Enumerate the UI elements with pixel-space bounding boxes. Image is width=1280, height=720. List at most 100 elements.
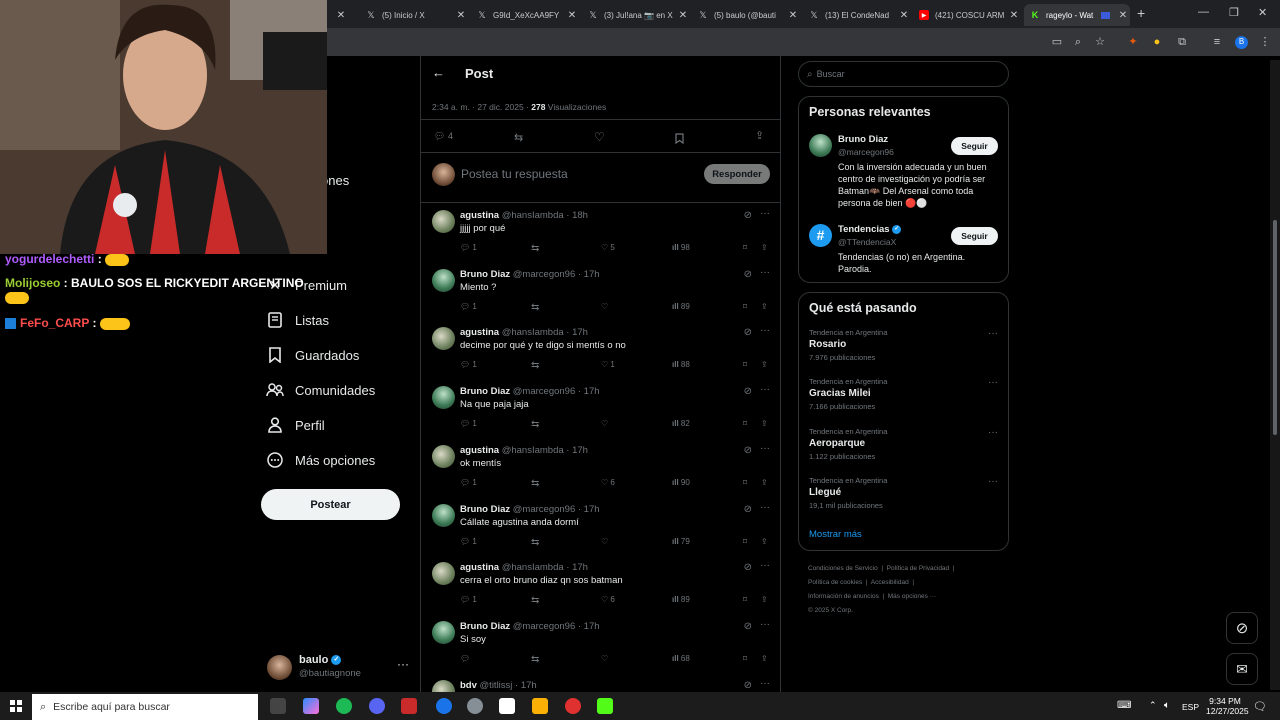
puzzle-icon[interactable]: ⧉ bbox=[1176, 36, 1188, 48]
close-icon[interactable]: ✕ bbox=[1116, 10, 1130, 21]
reply-item[interactable]: agustina @hansIambda · 17h ⊘ ··· ok mentís 💬… bbox=[421, 437, 780, 496]
spotify-icon[interactable] bbox=[336, 698, 352, 714]
tab-kick[interactable]: Krageylo - Wat ✕ bbox=[1024, 4, 1130, 26]
views-button[interactable]: ıll 90 bbox=[672, 478, 690, 487]
app-icon[interactable] bbox=[401, 698, 417, 714]
share-icon[interactable]: ⇪ bbox=[755, 129, 764, 142]
footer-link[interactable]: Accesibilidad bbox=[871, 579, 909, 586]
more-options-icon[interactable]: ··· bbox=[988, 476, 998, 487]
task-view-icon[interactable] bbox=[270, 698, 286, 714]
reply-button[interactable]: 💬︎ 1 bbox=[460, 302, 477, 311]
close-icon[interactable]: ✕ bbox=[786, 10, 800, 21]
grok-icon[interactable]: ⊘ bbox=[744, 269, 752, 280]
close-icon[interactable]: ✕ bbox=[1007, 10, 1021, 21]
nav-communities[interactable]: Comunidades bbox=[266, 376, 375, 404]
close-icon[interactable]: ✕ bbox=[454, 10, 468, 21]
close-icon[interactable]: ✕ bbox=[565, 10, 579, 21]
person-name[interactable]: Tendencias ✓ bbox=[838, 224, 902, 235]
reply-author[interactable]: Bruno Diaz @marcegon96 · 17h bbox=[460, 269, 600, 280]
reply-author[interactable]: agustina @hansIambda · 17h bbox=[460, 562, 588, 573]
tab-image[interactable]: 𝕏 G9Id_XeXcAA9FY ✕ bbox=[471, 4, 579, 26]
like-button[interactable]: ♡ 6 bbox=[601, 478, 615, 487]
chevron-up-icon[interactable]: ⌃ bbox=[1149, 700, 1157, 711]
bookmark-icon[interactable] bbox=[675, 131, 684, 145]
copilot-icon[interactable] bbox=[303, 698, 319, 714]
tab-inicio[interactable]: 𝕏 (5) Inicio / X ✕ bbox=[360, 4, 468, 26]
new-tab-button[interactable]: + bbox=[1137, 5, 1145, 21]
trend-item[interactable]: Tendencia en Argentina ··· Llegué 19,1 mil … bbox=[799, 476, 1008, 522]
share-icon[interactable]: ⇪ bbox=[761, 478, 768, 487]
bookmark-icon[interactable]: ⌑ bbox=[743, 419, 747, 428]
follow-button[interactable]: Seguir bbox=[951, 137, 998, 155]
avatar[interactable] bbox=[432, 327, 455, 351]
repost-icon[interactable]: ⇆ bbox=[531, 537, 539, 548]
share-icon[interactable]: ⇪ bbox=[761, 419, 768, 428]
share-icon[interactable]: ⇪ bbox=[761, 595, 768, 604]
views-button[interactable]: ıll 68 bbox=[672, 654, 690, 663]
footer-link[interactable]: Condiciones de Servicio bbox=[808, 565, 878, 572]
bookmark-icon[interactable]: ⌑ bbox=[743, 478, 747, 487]
extension-icon[interactable]: ✦ bbox=[1127, 36, 1139, 48]
repost-icon[interactable]: ⇆ bbox=[514, 131, 523, 144]
more-options-icon[interactable]: ··· bbox=[760, 267, 770, 278]
search-input[interactable]: ⌕ Buscar bbox=[798, 61, 1009, 87]
avatar[interactable] bbox=[432, 503, 455, 527]
views-button[interactable]: ıll 82 bbox=[672, 419, 690, 428]
repost-icon[interactable]: ⇆ bbox=[531, 302, 539, 313]
tab-condenado[interactable]: 𝕏 (13) El CondeNad ✕ bbox=[803, 4, 911, 26]
views-button[interactable]: ıll 89 bbox=[672, 595, 690, 604]
repost-icon[interactable]: ⇆ bbox=[531, 478, 539, 489]
like-button[interactable]: ♡ bbox=[601, 302, 608, 311]
like-button[interactable]: ♡ 6 bbox=[601, 595, 615, 604]
language-indicator[interactable]: ESP bbox=[1182, 702, 1199, 712]
grok-icon[interactable]: ⊘ bbox=[744, 504, 752, 515]
more-options-icon[interactable]: ··· bbox=[760, 325, 770, 336]
post-button[interactable]: Postear bbox=[261, 489, 400, 520]
reply-item[interactable]: Bruno Diaz @marcegon96 · 17h ⊘ ··· Si soy 💬︎… bbox=[421, 613, 780, 672]
bookmark-icon[interactable]: ⌑ bbox=[743, 360, 747, 369]
like-icon[interactable]: ♡ bbox=[594, 130, 605, 144]
back-arrow-icon[interactable]: ← bbox=[432, 65, 445, 80]
reply-author[interactable]: Bruno Diaz @marcegon96 · 17h bbox=[460, 621, 600, 632]
reply-author[interactable]: agustina @hansIambda · 18h bbox=[460, 210, 588, 221]
tab-youtube[interactable]: ▶ (421) COSCU ARM ✕ bbox=[913, 4, 1021, 26]
reply-author[interactable]: agustina @hansIambda · 17h bbox=[460, 445, 588, 456]
repost-icon[interactable]: ⇆ bbox=[531, 243, 539, 254]
discord-icon[interactable] bbox=[369, 698, 385, 714]
footer-link[interactable]: Política de Privacidad bbox=[887, 565, 950, 572]
share-icon[interactable]: ⇪ bbox=[761, 360, 768, 369]
close-icon[interactable]: ✕ bbox=[676, 10, 690, 21]
reply-item[interactable]: Bruno Diaz @marcegon96 · 17h ⊘ ··· Miento ?… bbox=[421, 261, 780, 320]
playlist-icon[interactable]: ≡ bbox=[1211, 36, 1223, 48]
avatar[interactable] bbox=[432, 562, 455, 586]
account-name[interactable]: baulo ✓ bbox=[299, 654, 342, 666]
maximize-icon[interactable]: ❐ bbox=[1229, 6, 1239, 19]
like-button[interactable]: ♡ 5 bbox=[601, 243, 615, 252]
like-button[interactable]: ♡ bbox=[601, 654, 608, 663]
reply-item[interactable]: agustina @hansIambda · 17h ⊘ ··· cerra el o… bbox=[421, 554, 780, 613]
views-button[interactable]: ıll 98 bbox=[672, 243, 690, 252]
tab-baulo[interactable]: 𝕏 (5) baulo (@bauti ✕ bbox=[692, 4, 800, 26]
grok-icon[interactable]: ⊘ bbox=[744, 386, 752, 397]
grok-icon[interactable]: ⊘ bbox=[744, 327, 752, 338]
more-options-icon[interactable]: ··· bbox=[988, 377, 998, 388]
reply-input[interactable]: Postea tu respuesta bbox=[461, 167, 568, 181]
tab-partial[interactable]: ✕ bbox=[328, 4, 354, 26]
footer-link[interactable]: Política de cookies bbox=[808, 579, 862, 586]
reply-item[interactable]: bdv @titlissj · 17h⊘···💬︎ ⇆♡ ıll ⌑⇪ bbox=[421, 672, 780, 692]
avatar[interactable] bbox=[432, 679, 455, 692]
cast-icon[interactable]: ▭ bbox=[1051, 36, 1063, 48]
grok-icon[interactable]: ⊘ bbox=[744, 445, 752, 456]
footer-link[interactable]: Más opciones ··· bbox=[888, 593, 936, 600]
reply-button[interactable]: 💬︎ bbox=[460, 654, 470, 663]
grok-icon[interactable]: ⊘ bbox=[744, 680, 752, 691]
close-icon[interactable]: ✕ bbox=[334, 10, 348, 21]
trend-item[interactable]: Tendencia en Argentina ··· Aeroparque 1.122… bbox=[799, 427, 1008, 473]
zoom-icon[interactable]: ⌕ bbox=[1072, 36, 1084, 48]
like-button[interactable]: ♡ 1 bbox=[601, 360, 615, 369]
reply-button[interactable]: 💬︎ 1 bbox=[460, 595, 477, 604]
person-name[interactable]: Bruno Diaz bbox=[838, 134, 888, 145]
window-close-icon[interactable]: ✕ bbox=[1258, 6, 1267, 19]
reply-button[interactable]: 💬︎ 1 bbox=[460, 537, 477, 546]
share-icon[interactable]: ⇪ bbox=[761, 654, 768, 663]
